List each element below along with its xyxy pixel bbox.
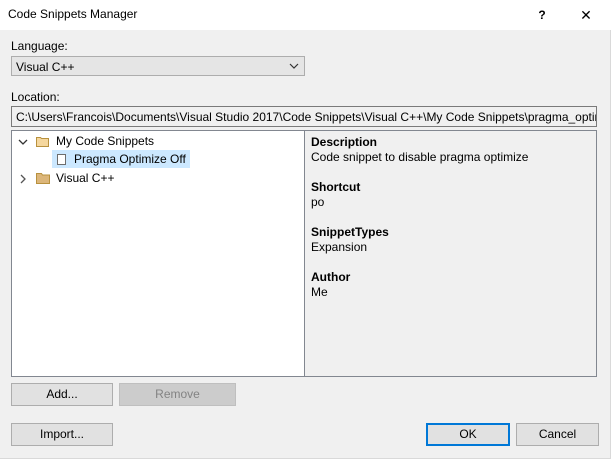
- tree-item-label: Pragma Optimize Off: [74, 152, 186, 166]
- snippet-file-icon: [57, 154, 66, 165]
- chevron-collapsed-icon[interactable]: [18, 174, 28, 184]
- help-button[interactable]: ?: [520, 0, 564, 30]
- ok-button[interactable]: OK: [426, 423, 510, 446]
- snippet-details-panel: Description Code snippet to disable prag…: [305, 130, 597, 377]
- cancel-button[interactable]: Cancel: [516, 423, 599, 446]
- folder-icon: [36, 173, 50, 184]
- tree-item-visual-cpp[interactable]: Visual C++: [12, 169, 304, 187]
- snippet-tree[interactable]: My Code Snippets Pragma Optimize Off Vis…: [11, 130, 305, 377]
- language-dropdown[interactable]: Visual C++: [11, 56, 305, 76]
- close-button[interactable]: ✕: [564, 0, 608, 30]
- code-snippets-manager-dialog: Code Snippets Manager ? ✕ Language: Visu…: [0, 0, 611, 459]
- folder-open-icon: [36, 137, 49, 147]
- import-button[interactable]: Import...: [11, 423, 113, 446]
- snippet-types-heading: SnippetTypes: [311, 225, 389, 239]
- snippet-types-value: Expansion: [311, 240, 368, 254]
- title-bar: Code Snippets Manager ? ✕: [0, 0, 611, 30]
- description-value: Code snippet to disable pragma optimize: [311, 150, 529, 164]
- chevron-expanded-icon[interactable]: [18, 137, 28, 147]
- location-label: Location:: [11, 90, 60, 104]
- description-heading: Description: [311, 135, 378, 149]
- language-label: Language:: [11, 39, 68, 53]
- shortcut-heading: Shortcut: [311, 180, 361, 194]
- chevron-down-icon: [289, 63, 299, 69]
- author-value: Me: [311, 285, 328, 299]
- language-selected-value: Visual C++: [16, 60, 75, 74]
- tree-item-my-code-snippets[interactable]: My Code Snippets: [12, 132, 304, 150]
- window-title: Code Snippets Manager: [8, 7, 138, 21]
- remove-button[interactable]: Remove: [119, 383, 236, 406]
- author-heading: Author: [311, 270, 351, 284]
- location-field[interactable]: C:\Users\Francois\Documents\Visual Studi…: [11, 106, 597, 127]
- tree-item-label: Visual C++: [56, 171, 115, 185]
- location-path: C:\Users\Francois\Documents\Visual Studi…: [16, 110, 596, 124]
- add-button[interactable]: Add...: [11, 383, 113, 406]
- tree-item-pragma-optimize-off[interactable]: Pragma Optimize Off: [52, 150, 190, 168]
- tree-item-label: My Code Snippets: [56, 134, 155, 148]
- shortcut-value: po: [311, 195, 325, 209]
